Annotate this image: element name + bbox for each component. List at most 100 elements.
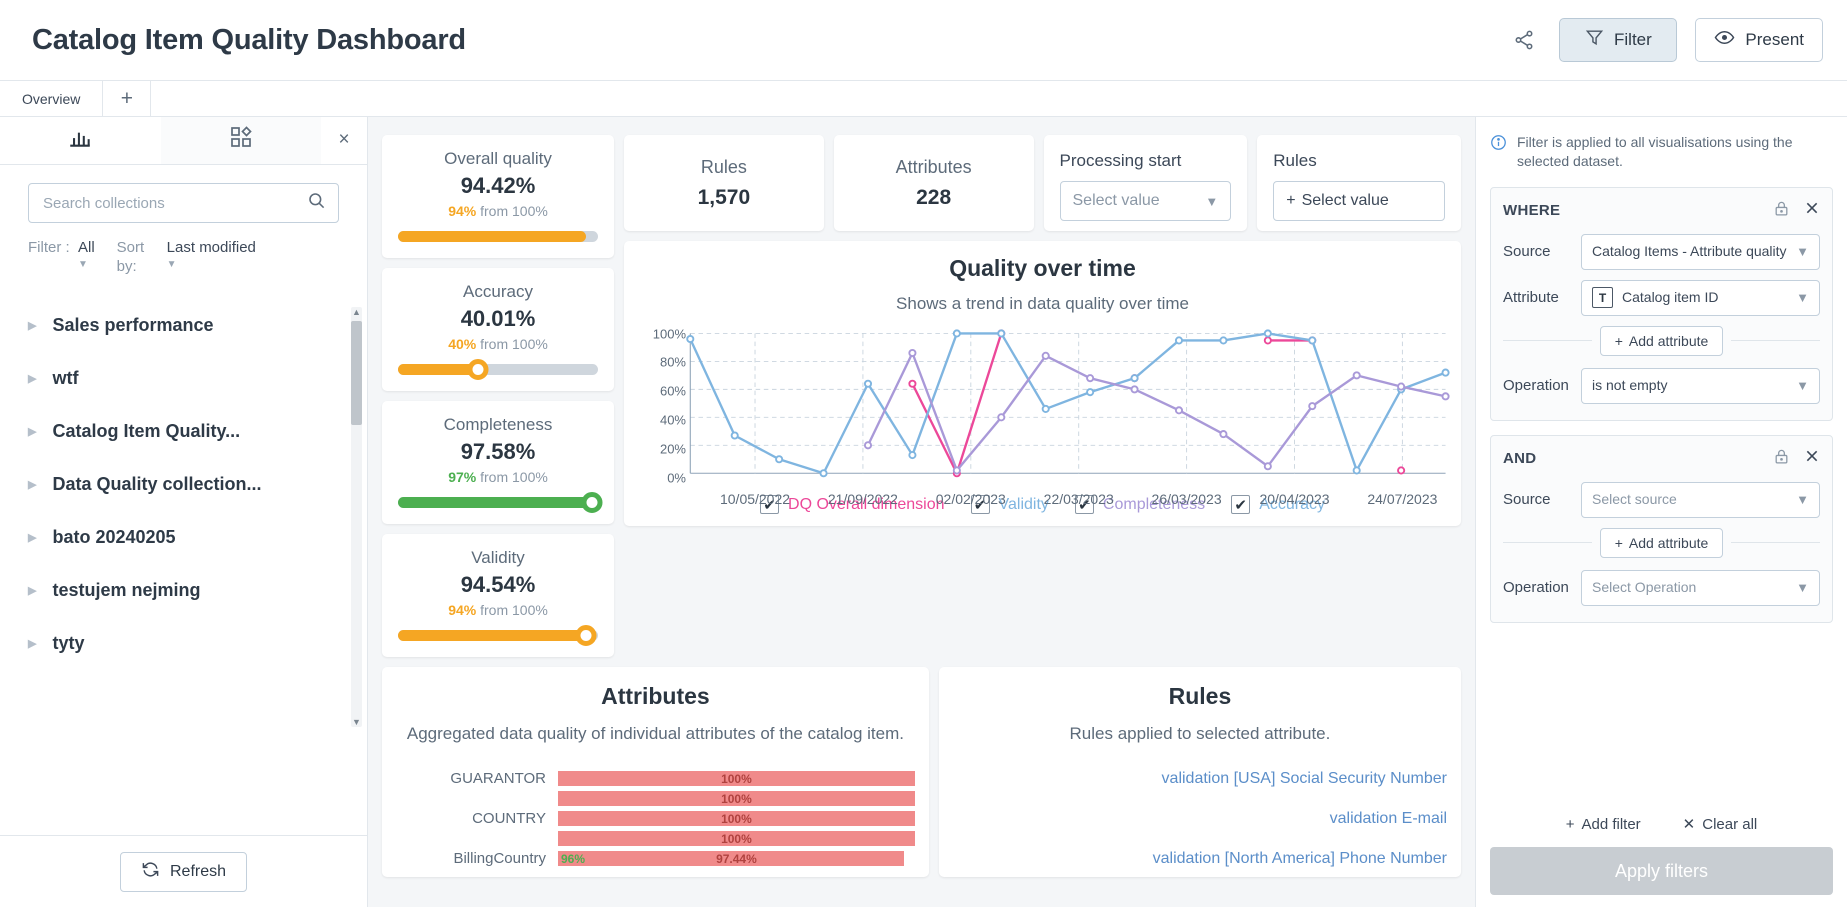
- chart-plot-area: 100%80%60%40%20%0% 10/05/202221/09/20220…: [634, 328, 1451, 487]
- list-item-label: bato 20240205: [52, 527, 175, 548]
- add-attribute-button[interactable]: + Add attribute: [1600, 326, 1724, 356]
- refresh-button[interactable]: Refresh: [120, 852, 247, 892]
- table-row[interactable]: 100%: [396, 831, 915, 846]
- select-card-processing-start: Processing start Select value ▼: [1044, 135, 1248, 231]
- lock-icon[interactable]: [1773, 448, 1790, 470]
- processing-start-value: Select value: [1073, 192, 1160, 210]
- list-item[interactable]: validation [North America] Phone Number: [953, 850, 1447, 868]
- plus-icon: +: [1566, 816, 1575, 833]
- text-type-icon: T: [1592, 287, 1613, 308]
- filter-operation-row: Operation Select Operation ▼: [1503, 570, 1820, 606]
- sidebar-scrollbar[interactable]: ▲ ▼: [351, 307, 362, 727]
- tab-overview-label: Overview: [22, 91, 80, 107]
- bottom-row: Attributes Aggregated data quality of in…: [382, 667, 1461, 877]
- list-item[interactable]: validation [USA] Social Security Number: [953, 770, 1447, 788]
- table-row[interactable]: GUARANTOR100%: [396, 770, 915, 787]
- expand-caret-icon[interactable]: ▶: [28, 478, 36, 491]
- sidebar-tab-widgets[interactable]: [161, 117, 322, 164]
- expand-caret-icon[interactable]: ▶: [28, 372, 36, 385]
- expand-caret-icon[interactable]: ▶: [28, 531, 36, 544]
- filter-block-and: AND Source: [1490, 435, 1833, 623]
- list-item[interactable]: ▶ Catalog Item Quality...: [0, 405, 367, 458]
- sidebar-tab-visualisations[interactable]: [0, 117, 161, 164]
- expand-caret-icon[interactable]: ▶: [28, 584, 36, 597]
- expand-caret-icon[interactable]: ▶: [28, 425, 36, 438]
- panel-subtitle: Aggregated data quality of individual at…: [396, 724, 915, 744]
- kpi-progress-bar: [398, 630, 598, 641]
- filter-operation-select[interactable]: is not empty ▼: [1581, 368, 1820, 404]
- table-row[interactable]: BillingCountry97.44%96%: [396, 850, 915, 867]
- kpi-value: 97.58%: [398, 439, 598, 465]
- filter-source-value: Select source: [1592, 491, 1677, 508]
- kpi-from: from 100%: [480, 469, 548, 485]
- eye-icon: [1714, 27, 1735, 53]
- filter-operation-label: Operation: [1503, 579, 1571, 596]
- kpi-card-accuracy[interactable]: Accuracy 40.01% 40% from 100%: [382, 268, 614, 391]
- filter-source-select[interactable]: Catalog Items - Attribute quality ▼: [1581, 234, 1820, 270]
- present-button[interactable]: Present: [1695, 18, 1823, 62]
- filter-operation-select[interactable]: Select Operation ▼: [1581, 570, 1820, 606]
- processing-start-select[interactable]: Select value ▼: [1060, 181, 1232, 221]
- kpi-title: Validity: [398, 548, 598, 568]
- header-actions: Filter Present: [1507, 18, 1823, 62]
- list-item[interactable]: ▶ wtf: [0, 352, 367, 405]
- filter-button[interactable]: Filter: [1559, 18, 1677, 62]
- search-collections-box[interactable]: [28, 183, 339, 223]
- close-icon: ×: [338, 129, 349, 151]
- expand-caret-icon[interactable]: ▶: [28, 319, 36, 332]
- add-filter-button[interactable]: + Add filter: [1566, 816, 1641, 833]
- scroll-up-arrow-icon[interactable]: ▲: [352, 307, 361, 317]
- list-item[interactable]: ▶ Data Quality collection...: [0, 458, 367, 511]
- kpi-column: Overall quality 94.42% 94% from 100% Acc…: [382, 135, 614, 657]
- quality-over-time-card: Quality over time Shows a trend in data …: [624, 241, 1461, 526]
- list-item[interactable]: ▶ testujem nejming: [0, 564, 367, 617]
- table-row[interactable]: COUNTRY100%: [396, 810, 915, 827]
- sidebar-close-button[interactable]: ×: [321, 117, 367, 164]
- add-attribute-button[interactable]: + Add attribute: [1600, 528, 1724, 558]
- filter-source-label: Source: [1503, 491, 1571, 508]
- list-item[interactable]: validation E-mail: [953, 810, 1447, 828]
- page-title: Catalog Item Quality Dashboard: [32, 24, 1507, 57]
- list-item[interactable]: ▶ tyty: [0, 617, 367, 670]
- kpi-card-overall-quality[interactable]: Overall quality 94.42% 94% from 100%: [382, 135, 614, 258]
- sort-control-label: Sort by:: [117, 239, 161, 277]
- filter-source-select[interactable]: Select source ▼: [1581, 482, 1820, 518]
- clear-all-button[interactable]: ✕ Clear all: [1683, 815, 1758, 833]
- stat-card-rules[interactable]: Rules 1,570: [624, 135, 824, 231]
- chevron-down-icon: ▼: [1205, 194, 1218, 209]
- kpi-card-completeness[interactable]: Completeness 97.58% 97% from 100%: [382, 401, 614, 524]
- kpi-progress-knob[interactable]: [582, 492, 603, 513]
- table-row[interactable]: 100%: [396, 791, 915, 806]
- add-tab-button[interactable]: +: [103, 81, 151, 116]
- plus-icon: +: [1615, 333, 1623, 349]
- kpi-card-validity[interactable]: Validity 94.54% 94% from 100%: [382, 534, 614, 657]
- kpi-progress-knob[interactable]: [468, 359, 489, 380]
- list-item[interactable]: ▶ bato 20240205: [0, 511, 367, 564]
- line-chart[interactable]: [634, 328, 1451, 482]
- sort-control[interactable]: Sort by: Last modified ▼: [117, 239, 256, 277]
- collections-sidebar: × Filter : All ▼ Sor: [0, 117, 368, 907]
- close-icon[interactable]: [1804, 448, 1820, 469]
- close-icon[interactable]: [1804, 200, 1820, 221]
- expand-caret-icon[interactable]: ▶: [28, 637, 36, 650]
- collections-list: ▶ Sales performance ▶ wtf ▶ Catalog Item…: [0, 285, 367, 836]
- share-icon[interactable]: [1507, 23, 1541, 57]
- lock-icon[interactable]: [1773, 200, 1790, 222]
- stat-card-attributes[interactable]: Attributes 228: [834, 135, 1034, 231]
- filter-attribute-select[interactable]: T Catalog item ID ▼: [1581, 280, 1820, 316]
- scroll-down-arrow-icon[interactable]: ▼: [352, 717, 361, 727]
- list-item[interactable]: ▶ Sales performance: [0, 299, 367, 352]
- kpi-progress-knob[interactable]: [576, 625, 597, 646]
- tab-overview[interactable]: Overview: [0, 81, 103, 116]
- chevron-down-icon: ▼: [78, 259, 95, 270]
- divider: [1731, 340, 1820, 341]
- kpi-progress-bar: [398, 364, 598, 375]
- search-input[interactable]: [41, 194, 299, 213]
- filter-operation-value: is not empty: [1592, 377, 1667, 394]
- rules-select[interactable]: + Select value: [1273, 181, 1445, 221]
- apply-filters-button[interactable]: Apply filters: [1490, 847, 1833, 895]
- filter-control[interactable]: Filter : All ▼: [28, 239, 95, 270]
- scrollbar-thumb[interactable]: [351, 321, 362, 425]
- y-axis-tick-label: 60%: [660, 384, 686, 399]
- top-row: Overall quality 94.42% 94% from 100% Acc…: [382, 135, 1461, 657]
